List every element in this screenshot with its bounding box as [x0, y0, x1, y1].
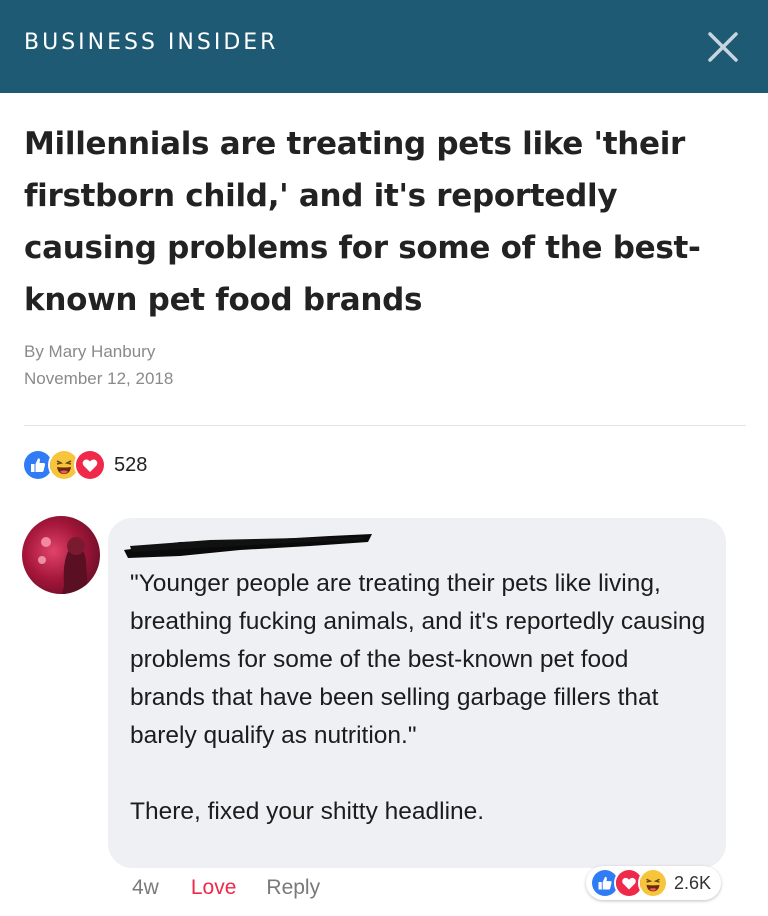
article-byline: By Mary Hanbury: [24, 342, 156, 361]
article-headline[interactable]: Millennials are treating pets like 'thei…: [24, 118, 724, 326]
comment-reactions-count: 2.6K: [674, 872, 712, 893]
comment-timestamp: 4w: [132, 876, 159, 899]
love-button[interactable]: Love: [191, 876, 237, 900]
comment-reactions[interactable]: 2.6K: [586, 866, 722, 900]
reactions-count: 528: [114, 453, 148, 476]
avatar[interactable]: [22, 516, 100, 594]
brand-logo: BUSINESS INSIDER: [24, 30, 279, 55]
post-reactions[interactable]: 528: [22, 449, 148, 481]
article-date: November 12, 2018: [24, 369, 174, 388]
haha-icon: [638, 868, 668, 898]
reply-button[interactable]: Reply: [266, 876, 320, 900]
app-header: BUSINESS INSIDER: [0, 0, 768, 93]
redacted-author-name: [120, 528, 380, 562]
comment-actions: 4w Love Reply: [132, 876, 320, 900]
love-icon: [74, 449, 106, 481]
close-icon[interactable]: [700, 24, 746, 70]
comment-text: "Younger people are treating their pets …: [130, 570, 706, 825]
divider: [24, 425, 746, 426]
